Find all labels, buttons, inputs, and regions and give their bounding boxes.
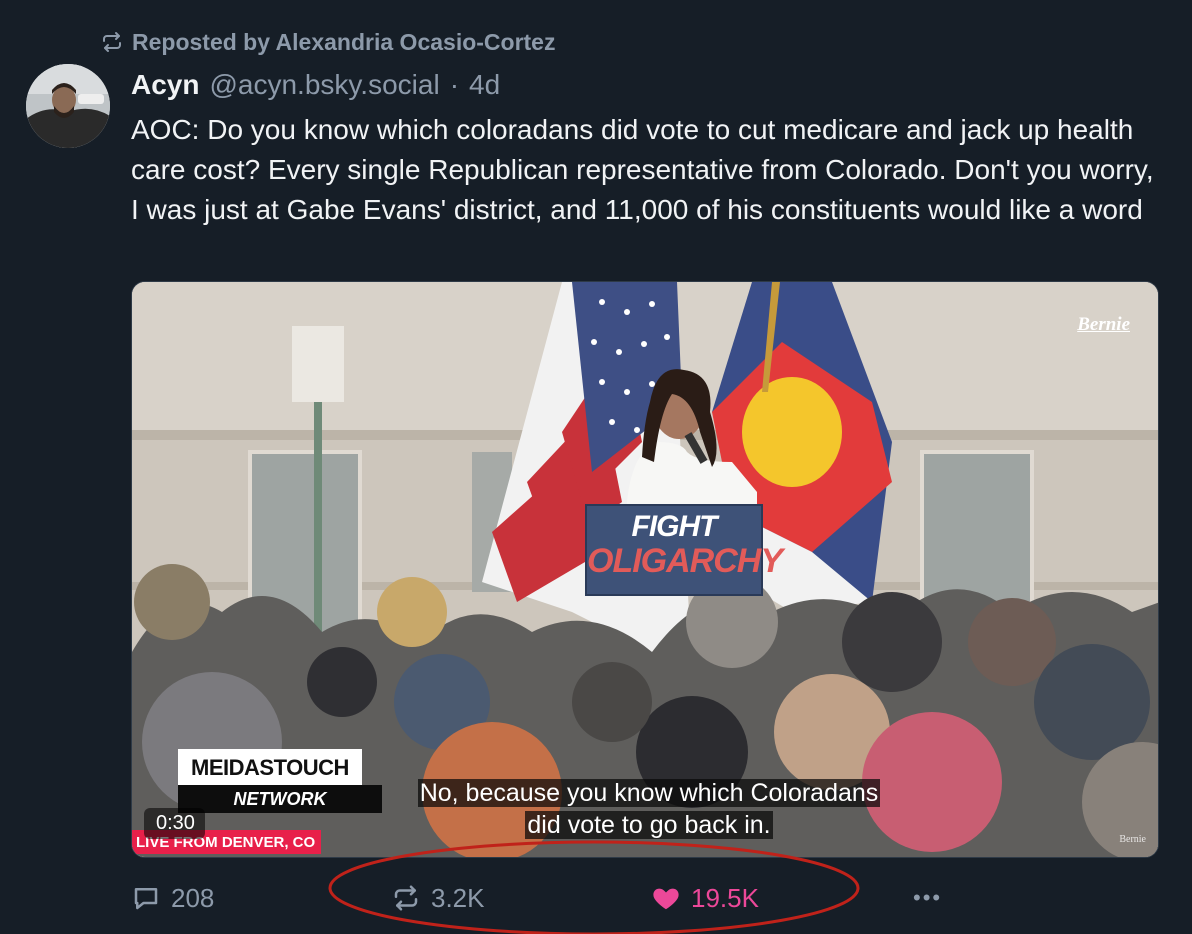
reply-count: 208 [171,882,215,913]
repost-icon [394,885,418,911]
post: Reposted by Alexandria Ocasio-Cortez Acy… [0,0,1192,934]
podium-sign-line1: FIGHT [631,510,718,543]
bernie-watermark: Bernie [1077,314,1130,335]
like-count: 19.5K [691,882,759,913]
post-timestamp[interactable]: 4d [469,69,500,101]
repost-indicator[interactable]: Reposted by Alexandria Ocasio-Cortez [100,26,555,58]
repost-label: Reposted by Alexandria Ocasio-Cortez [132,28,556,55]
avatar-image [26,64,110,148]
heart-icon [653,888,679,910]
video-caption: No, because you know which Coloradans di… [382,777,916,841]
more-options-button[interactable]: ••• [913,876,942,920]
repost-count: 3.2K [431,882,485,913]
more-options-icon: ••• [913,885,943,910]
podium-sign: FIGHT OLIGARCHY [585,504,783,596]
post-text: AOC: Do you know which coloradans did vo… [131,114,1154,225]
network-logo-bottom: NETWORK [178,785,382,813]
author-name[interactable]: Acyn [131,69,199,101]
video-duration: 0:30 [144,808,205,839]
bernie-watermark-small: Bernie [1119,834,1146,845]
network-logo-top: MEIDASTOUCH [178,749,362,785]
network-logo: MEIDASTOUCH NETWORK [178,749,382,813]
post-header: Acyn @acyn.bsky.social · 4d [131,66,500,104]
post-actions: 208 3.2K 19.5K ••• [131,876,1161,920]
repost-icon [103,32,121,52]
author-handle[interactable]: @acyn.bsky.social [209,69,439,101]
avatar[interactable] [26,64,110,148]
podium-sign-line2: OLIGARCHY [587,542,783,580]
repost-button[interactable]: 3.2K [391,876,485,920]
reply-button[interactable]: 208 [131,876,214,920]
separator-dot: · [449,69,460,100]
caption-line-1: No, because you know which Coloradans [417,779,881,807]
video-player[interactable]: FIGHT OLIGARCHY Bernie Bernie MEIDASTOUC… [131,281,1159,858]
caption-line-2: did vote to go back in. [525,811,773,839]
like-button[interactable]: 19.5K [651,876,759,920]
reply-icon [134,888,158,910]
